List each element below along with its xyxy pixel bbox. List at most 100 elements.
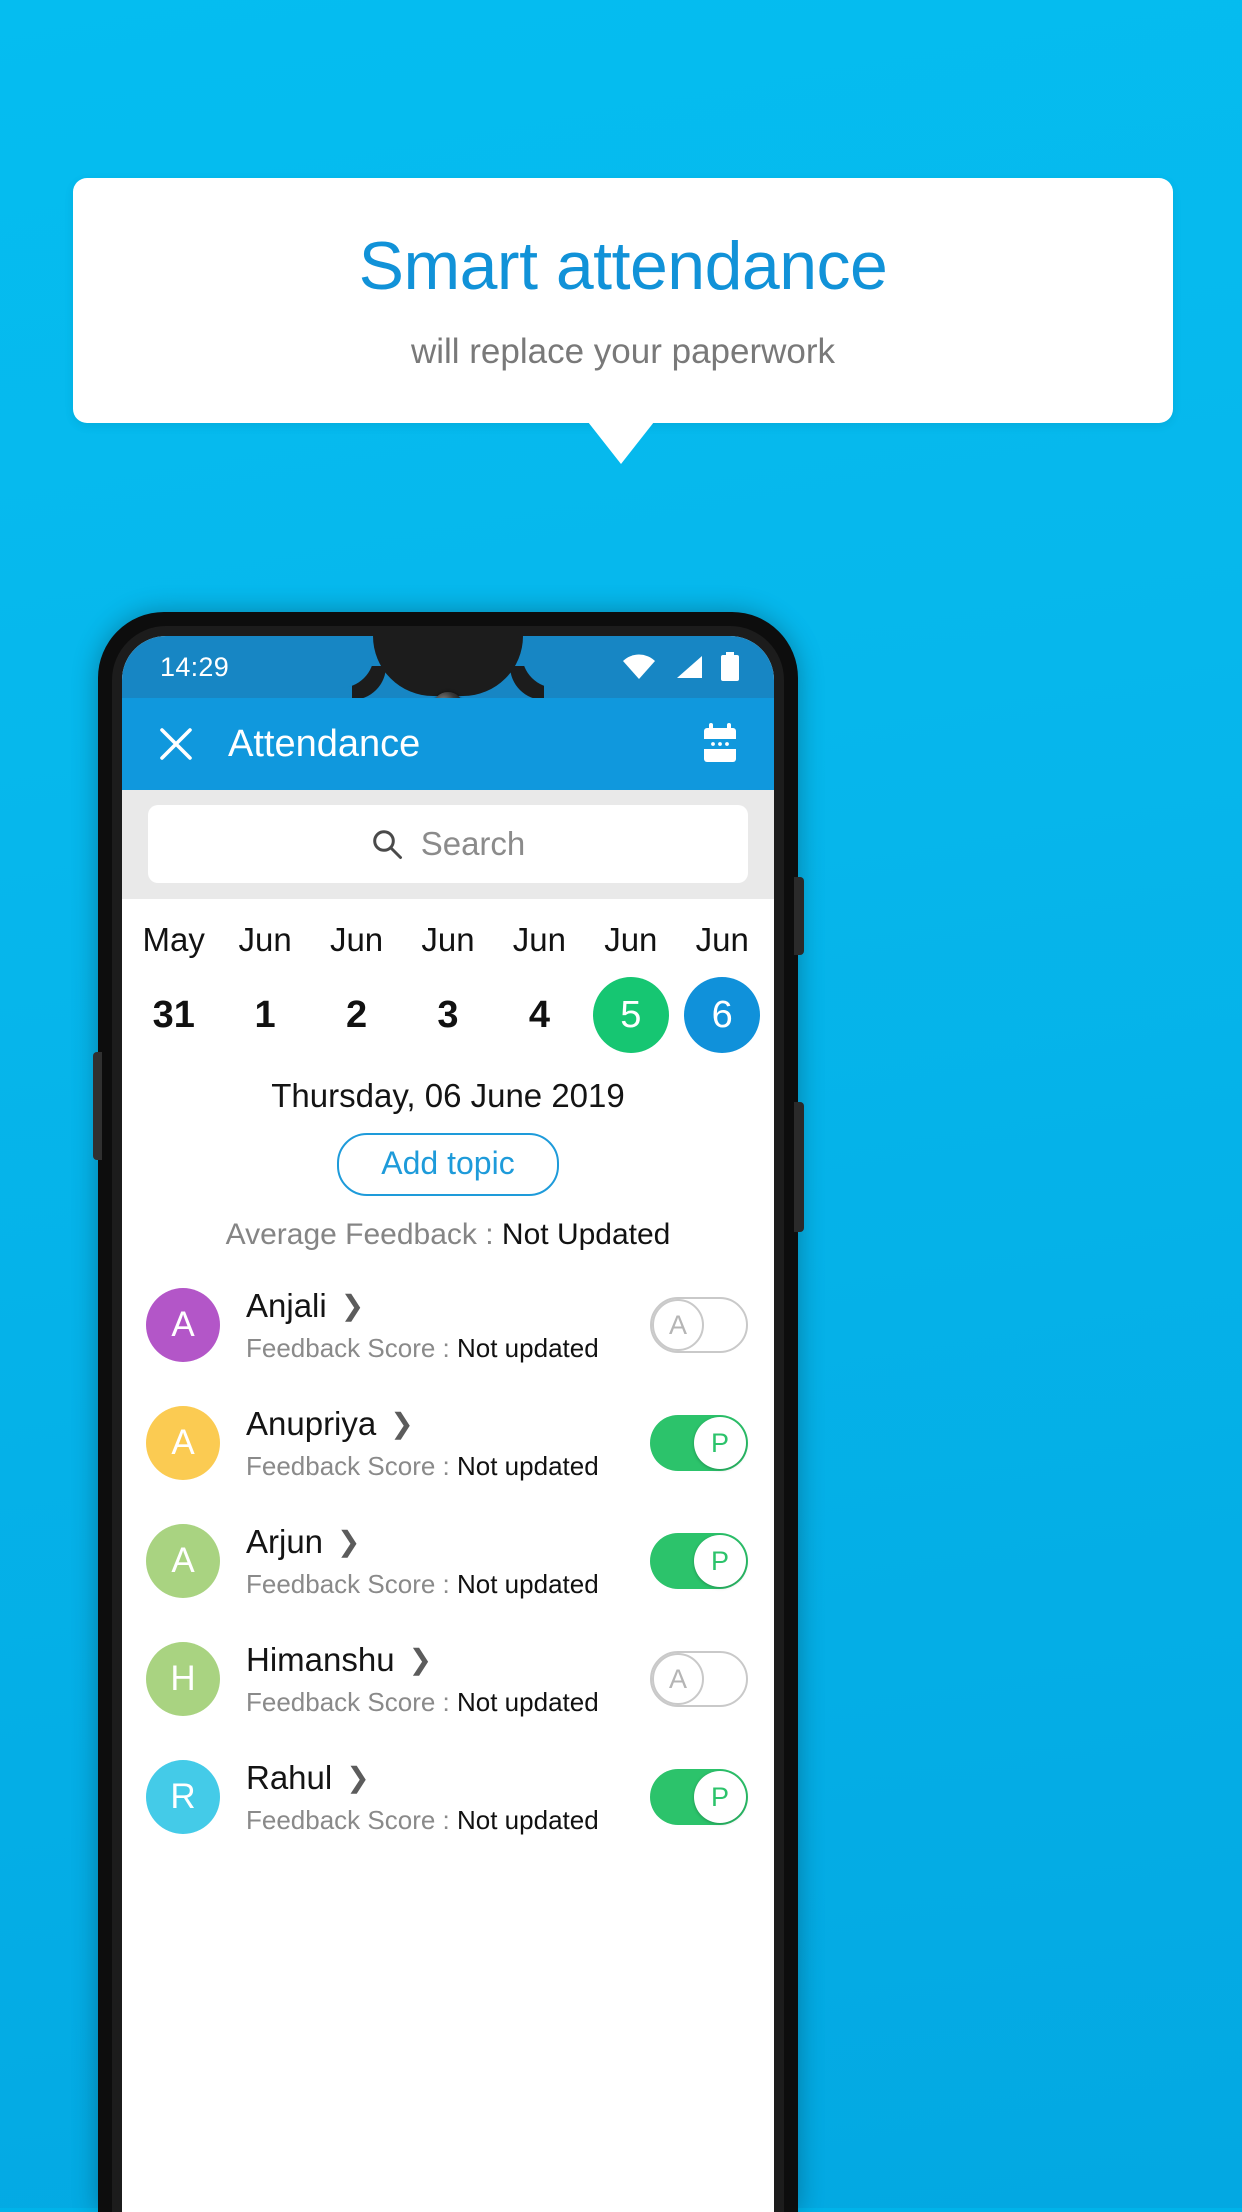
add-topic-container: Add topic (122, 1133, 774, 1196)
phone-screen: 14:29 Attendance Search May 31 Jun 1 Jun… (122, 636, 774, 2212)
date-day: 31 (152, 993, 195, 1036)
feedback-score-line: Feedback Score : Not updated (246, 1333, 650, 1364)
student-info: Rahul ❯ Feedback Score : Not updated (246, 1759, 650, 1836)
page-title: Attendance (228, 722, 421, 765)
camera-notch (340, 636, 556, 696)
attendance-toggle-knob: P (694, 1535, 746, 1587)
date-month: Jun (238, 921, 292, 958)
phone-volume-button[interactable] (93, 1052, 102, 1160)
attendance-toggle[interactable]: A (650, 1297, 748, 1353)
date-cell[interactable]: May 31 (128, 921, 219, 1053)
date-day: 4 (528, 993, 550, 1036)
student-row[interactable]: A Anjali ❯ Feedback Score : Not updated A (122, 1266, 774, 1384)
date-month: May (142, 921, 205, 958)
student-name: Anupriya (246, 1404, 377, 1442)
date-month: Jun (695, 921, 749, 958)
student-name-line[interactable]: Arjun ❯ (246, 1523, 650, 1561)
student-name: Himanshu (246, 1640, 395, 1678)
avatar: H (146, 1642, 220, 1716)
date-day-circle: 5 (592, 977, 669, 1053)
calendar-icon[interactable] (696, 720, 744, 768)
close-icon[interactable] (152, 720, 200, 768)
student-name-line[interactable]: Anjali ❯ (246, 1287, 650, 1325)
search-icon (371, 828, 403, 860)
chevron-right-icon: ❯ (337, 1525, 361, 1557)
chevron-right-icon: ❯ (340, 1289, 365, 1321)
speech-bubble-tail (588, 422, 654, 464)
student-info: Arjun ❯ Feedback Score : Not updated (246, 1523, 650, 1600)
student-info: Anupriya ❯ Feedback Score : Not updated (246, 1405, 650, 1482)
date-cell[interactable]: Jun 5 (585, 921, 676, 1053)
attendance-toggle-knob: P (694, 1771, 746, 1823)
student-row[interactable]: A Arjun ❯ Feedback Score : Not updated P (122, 1502, 774, 1620)
student-row[interactable]: A Anupriya ❯ Feedback Score : Not updated P (122, 1384, 774, 1502)
date-cell[interactable]: Jun 2 (311, 921, 402, 1053)
date-cell[interactable]: Jun 1 (219, 921, 310, 1053)
date-cell[interactable]: Jun 3 (402, 921, 493, 1053)
app-bar: Attendance (122, 698, 774, 790)
avatar-initial: R (170, 1777, 196, 1816)
feedback-score-line: Feedback Score : Not updated (246, 1805, 650, 1836)
avatar: A (146, 1288, 220, 1362)
avatar-initial: A (171, 1541, 195, 1580)
attendance-toggle[interactable]: P (650, 1415, 748, 1471)
avatar-initial: A (171, 1305, 195, 1344)
avatar: R (146, 1760, 220, 1834)
date-month: Jun (329, 921, 384, 958)
date-day-circle: 2 (319, 977, 395, 1053)
wifi-icon (622, 654, 656, 680)
chevron-right-icon: ❯ (390, 1407, 414, 1439)
student-name-line[interactable]: Rahul ❯ (246, 1759, 650, 1797)
student-info: Himanshu ❯ Feedback Score : Not updated (246, 1641, 650, 1718)
student-row[interactable]: R Rahul ❯ Feedback Score : Not updated P (122, 1738, 774, 1856)
date-day-circle: 6 (684, 977, 761, 1053)
attendance-toggle-knob: A (652, 1299, 704, 1351)
phone-side-button[interactable] (794, 1102, 804, 1232)
feedback-score-line: Feedback Score : Not updated (246, 1569, 650, 1600)
date-cell[interactable]: Jun 6 (677, 921, 768, 1053)
avatar-initial: H (170, 1659, 196, 1698)
chevron-right-icon: ❯ (346, 1761, 370, 1793)
status-bar: 14:29 (122, 636, 774, 723)
avatar-initial: A (171, 1423, 195, 1462)
date-cell[interactable]: Jun 4 (494, 921, 585, 1053)
promo-speech-bubble: Smart attendance will replace your paper… (73, 178, 1173, 423)
feedback-score-label: Feedback Score : (246, 1804, 457, 1835)
student-row[interactable]: H Himanshu ❯ Feedback Score : Not updated A (122, 1620, 774, 1738)
add-topic-button[interactable]: Add topic (337, 1133, 559, 1196)
feedback-score-line: Feedback Score : Not updated (246, 1451, 650, 1482)
phone-mockup: 14:29 Attendance Search May 31 Jun 1 Jun… (93, 612, 804, 2212)
attendance-toggle[interactable]: P (650, 1769, 748, 1825)
promo-subtitle: will replace your paperwork (410, 331, 836, 371)
battery-icon (720, 652, 740, 682)
search-input[interactable]: Search (148, 805, 748, 883)
search-placeholder: Search (420, 825, 526, 862)
date-day-circle: 4 (501, 977, 577, 1053)
feedback-score-value: Not updated (457, 1568, 599, 1599)
date-day: 6 (711, 993, 733, 1036)
student-name: Arjun (246, 1522, 324, 1560)
feedback-score-value: Not updated (457, 1450, 599, 1481)
feedback-score-label: Feedback Score : (246, 1332, 457, 1363)
status-time: 14:29 (160, 651, 230, 682)
date-strip: May 31 Jun 1 Jun 2 Jun 3 Jun 4 Jun 5 Jun 6 (122, 899, 774, 1059)
date-day: 3 (437, 993, 459, 1036)
student-name: Anjali (246, 1286, 327, 1324)
feedback-score-value: Not updated (457, 1804, 599, 1835)
average-feedback-value: Not Updated (501, 1218, 671, 1251)
attendance-toggle[interactable]: A (650, 1651, 748, 1707)
date-month: Jun (421, 921, 475, 958)
date-day: 2 (345, 993, 368, 1036)
date-month: Jun (512, 921, 566, 958)
date-day-circle: 1 (227, 977, 303, 1053)
feedback-score-value: Not updated (457, 1332, 599, 1363)
student-name: Rahul (246, 1758, 333, 1796)
attendance-toggle[interactable]: P (650, 1533, 748, 1589)
date-day-circle: 3 (410, 977, 486, 1053)
selected-date-label: Thursday, 06 June 2019 (271, 1077, 625, 1114)
student-name-line[interactable]: Himanshu ❯ (246, 1641, 650, 1679)
search-bar-container: Search (122, 790, 774, 899)
phone-power-button[interactable] (794, 877, 804, 955)
average-feedback: Average Feedback : Not Updated (122, 1218, 774, 1252)
student-name-line[interactable]: Anupriya ❯ (246, 1405, 650, 1443)
